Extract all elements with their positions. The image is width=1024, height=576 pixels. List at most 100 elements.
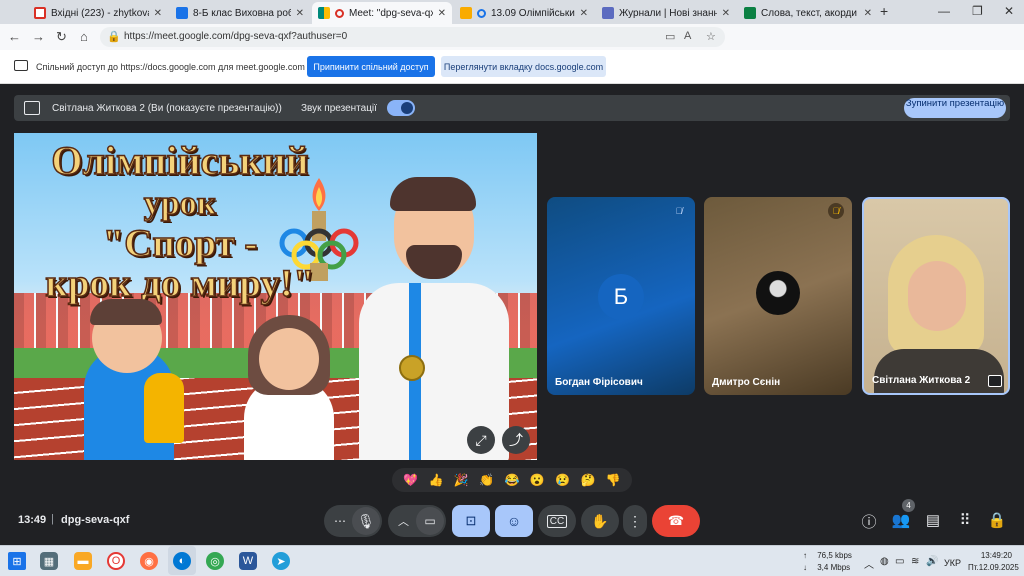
close-icon[interactable]: ✕ xyxy=(722,8,730,19)
more-dots-icon: ⋯ xyxy=(334,514,346,528)
hang-up-icon: ☎ xyxy=(667,513,685,528)
language-indicator[interactable]: УКР xyxy=(944,558,961,568)
telegram-icon[interactable]: ➤ xyxy=(272,552,290,570)
clock-date[interactable]: Пт.12.09.2025 xyxy=(968,563,1019,572)
participant-tile[interactable]: 🎙̸ Б Богдан Фірісович xyxy=(547,197,695,395)
people-icon[interactable]: 👥 xyxy=(891,511,911,529)
tab-gmail[interactable]: Вхідні (223) - zhytkova2@zr... ✕ xyxy=(28,2,168,24)
stop-sharing-button[interactable]: Припинити спільний доступ xyxy=(307,56,435,77)
calculator-icon[interactable]: ▦ xyxy=(40,552,58,570)
journal-icon xyxy=(602,7,614,19)
cast-icon[interactable]: ▭ xyxy=(665,30,675,43)
participant-tile-self[interactable]: Світлана Житкова 2 xyxy=(862,197,1010,395)
reaction-heart-icon[interactable]: 💖 xyxy=(403,473,418,487)
emoji-icon: ☺ xyxy=(506,513,522,529)
present-button[interactable]: ⊡ xyxy=(452,505,490,537)
captions-button[interactable]: CC xyxy=(538,505,576,537)
tab-lyrics[interactable]: Слова, текст, акорди "Прол... ✕ xyxy=(738,2,878,24)
recording-dot-icon xyxy=(477,8,486,18)
avatar: Б xyxy=(598,274,644,320)
volume-icon[interactable]: 🔊 xyxy=(926,556,938,567)
forward-icon[interactable]: → xyxy=(32,29,45,44)
reaction-sad-icon[interactable]: 😢 xyxy=(555,473,570,487)
music-icon xyxy=(744,7,756,19)
close-window-icon[interactable]: ✕ xyxy=(1004,4,1014,18)
camera-options-button[interactable]: ︿ ▭ xyxy=(388,505,446,537)
reaction-thumbs-up-icon[interactable]: 👍 xyxy=(429,473,444,487)
reaction-laugh-icon[interactable]: 😂 xyxy=(505,473,520,487)
new-tab-icon[interactable]: + xyxy=(880,3,888,19)
meet-area: Світлана Житкова 2 (Ви (показуєте презен… xyxy=(0,85,1024,545)
camera-icon[interactable]: ▭ xyxy=(416,507,444,535)
edge-icon[interactable]: ◐ xyxy=(173,552,191,570)
slide-title-line: "Спорт - xyxy=(102,221,258,266)
read-aloud-icon[interactable]: A xyxy=(684,30,691,42)
gmail-icon xyxy=(34,7,46,19)
reaction-surprised-icon[interactable]: 😮 xyxy=(530,473,545,487)
battery-icon[interactable]: ▭ xyxy=(895,556,904,567)
close-icon[interactable]: ✕ xyxy=(864,8,872,19)
tray-app-icon[interactable]: ◍ xyxy=(880,556,889,567)
presentation-sound-toggle[interactable] xyxy=(387,100,415,116)
present-icon xyxy=(24,101,40,115)
participant-tile[interactable]: 🎙̸ Дмитро Сєнін xyxy=(704,197,852,395)
slides-icon xyxy=(460,7,472,19)
meet-icon xyxy=(318,7,330,19)
home-icon[interactable]: ⌂ xyxy=(80,29,88,44)
leave-call-button[interactable]: ☎ xyxy=(652,505,700,537)
url-field[interactable]: 🔒 https://meet.google.com/dpg-seva-qxf?a… xyxy=(100,27,725,47)
host-controls-icon[interactable]: 🔒 xyxy=(987,511,1007,529)
tab-journals[interactable]: Журнали | Нові знання ✕ xyxy=(596,2,736,24)
audio-options-button[interactable]: ⋯ 🎙 xyxy=(324,505,382,537)
stop-presenting-button[interactable]: Зупинити презентацію xyxy=(904,98,1006,118)
emoji-button[interactable]: ☺ xyxy=(495,505,533,537)
back-icon[interactable]: ← xyxy=(8,29,21,44)
chat-icon[interactable]: ▤ xyxy=(923,511,943,529)
windows-start-icon[interactable]: ⊞ xyxy=(8,552,26,570)
presenting-icon xyxy=(988,375,1002,387)
word-icon[interactable]: W xyxy=(239,552,257,570)
more-vert-icon: ⋮ xyxy=(628,512,642,529)
more-options-button[interactable]: ⋮ xyxy=(623,505,647,537)
info-icon[interactable]: ⓘ xyxy=(859,511,879,532)
opera-icon[interactable]: O xyxy=(107,552,125,570)
clock-time[interactable]: 13:49:20 xyxy=(968,551,1012,560)
docs-icon xyxy=(176,7,188,19)
close-icon[interactable]: ✕ xyxy=(580,8,588,19)
share-icon[interactable]: ⤴ xyxy=(502,426,530,454)
raise-hand-button[interactable]: ✋ xyxy=(581,505,619,537)
activities-icon[interactable]: ⠿ xyxy=(955,511,975,529)
reaction-thumbs-down-icon[interactable]: 👎 xyxy=(606,473,621,487)
favorite-star-icon[interactable]: ☆ xyxy=(706,30,716,43)
reload-icon[interactable]: ↻ xyxy=(56,29,67,45)
browser-tab-strip: Вхідні (223) - zhytkova2@zr... ✕ 8-Б кла… xyxy=(0,0,1024,24)
reaction-clap-icon[interactable]: 👏 xyxy=(479,473,494,487)
tab-meet[interactable]: Meet: "dpg-seva-qxf" ✕ xyxy=(312,2,452,24)
restore-icon[interactable]: ❐ xyxy=(972,4,983,18)
view-tab-button[interactable]: Переглянути вкладку docs.google.com xyxy=(441,56,606,77)
presentation-bar: Світлана Житкова 2 (Ви (показуєте презен… xyxy=(14,95,1010,121)
meeting-code: dpg-seva-qxf xyxy=(61,514,130,526)
wifi-icon[interactable]: ≋ xyxy=(911,556,919,567)
microphone-icon[interactable]: 🎙 xyxy=(352,507,380,535)
reaction-thinking-icon[interactable]: 🤔 xyxy=(580,473,595,487)
firefox-icon[interactable]: ◉ xyxy=(140,552,158,570)
presentation-slide: Олімпійський урок "Спорт - крок до миру!… xyxy=(14,133,537,460)
recording-dot-icon xyxy=(335,8,344,18)
reactions-bar: 💖 👍 🎉 👏 😂 😮 😢 🤔 👎 xyxy=(392,468,632,492)
tab-slides[interactable]: 13.09 Олімпійський ур... ✕ xyxy=(454,2,594,24)
minimize-icon[interactable]: — xyxy=(938,4,950,18)
separator: | xyxy=(51,513,54,525)
close-icon[interactable]: ✕ xyxy=(296,8,304,19)
close-icon[interactable]: ✕ xyxy=(438,8,446,19)
tab-docs[interactable]: 8-Б клас Виховна робота Ж... ✕ xyxy=(170,2,310,24)
file-explorer-icon[interactable]: ▬ xyxy=(74,552,92,570)
lock-icon: 🔒 xyxy=(107,31,121,43)
fullscreen-icon[interactable]: ⤢ xyxy=(467,426,495,454)
reaction-party-icon[interactable]: 🎉 xyxy=(454,473,469,487)
mic-off-icon: 🎙̸ xyxy=(675,206,683,216)
address-bar-row: ← → ↻ ⌂ 🔒 https://meet.google.com/dpg-se… xyxy=(0,24,1024,67)
close-icon[interactable]: ✕ xyxy=(154,8,162,19)
chevron-up-icon[interactable]: ︿ xyxy=(864,556,874,571)
chrome-icon[interactable]: ◎ xyxy=(206,552,224,570)
